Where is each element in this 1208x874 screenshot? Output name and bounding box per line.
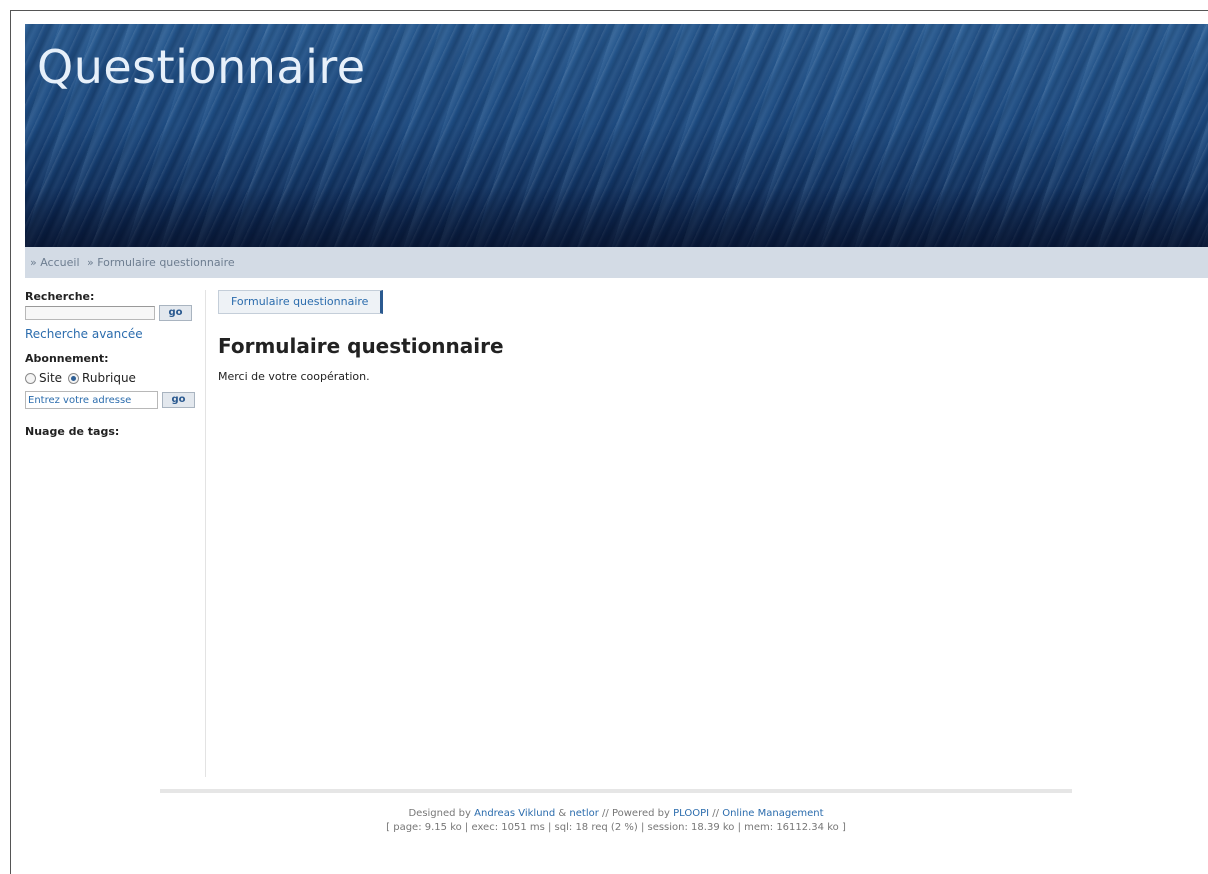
page-title: Formulaire questionnaire [218,334,504,358]
footer-author1-link[interactable]: Andreas Viklund [474,808,555,819]
radio-rubrique[interactable] [68,372,80,384]
footer-author2-link[interactable]: netlor [569,808,598,819]
email-row: go [25,391,205,409]
radio-rubrique-label: Rubrique [82,371,136,385]
radio-site-label: Site [39,371,63,385]
search-input[interactable] [25,306,155,320]
page-message: Merci de votre coopération. [218,370,370,383]
footer-designed-by: Designed by [408,808,471,819]
footer: Designed by Andreas Viklund & netlor // … [160,807,1072,835]
subscription-label: Abonnement: [25,352,109,365]
sidebar: Recherche: go Recherche avancée Abonneme… [25,290,206,777]
tags-label: Nuage de tags: [25,425,120,438]
footer-divider [160,789,1072,793]
breadcrumb: » Accueil » Formulaire questionnaire [25,247,1208,278]
footer-credits: Designed by Andreas Viklund & netlor // … [160,807,1072,821]
footer-stats: [ page: 9.15 ko | exec: 1051 ms | sql: 1… [386,822,846,833]
footer-management-link[interactable]: Online Management [722,808,823,819]
main-content: Formulaire questionnaire Formulaire ques… [218,290,1198,383]
tab-formulaire-questionnaire[interactable]: Formulaire questionnaire [218,290,384,314]
subscription-options: Site Rubrique [25,371,205,385]
email-field[interactable] [25,391,158,409]
search-go-button[interactable]: go [159,305,192,321]
breadcrumb-home-link[interactable]: » Accueil [30,256,80,269]
email-go-button[interactable]: go [162,392,195,408]
footer-powered-by: // Powered by [602,808,670,819]
site-header-banner: Questionnaire [25,24,1208,247]
radio-site[interactable] [25,372,36,384]
footer-sep: // [712,808,720,819]
footer-ploopi-link[interactable]: PLOOPI [673,808,709,819]
footer-amp: & [558,808,567,819]
search-label: Recherche: [25,290,95,303]
site-title: Questionnaire [37,40,366,94]
search-row: go [25,305,205,321]
breadcrumb-current[interactable]: » Formulaire questionnaire [87,256,235,269]
advanced-search-link[interactable]: Recherche avancée [25,327,143,341]
